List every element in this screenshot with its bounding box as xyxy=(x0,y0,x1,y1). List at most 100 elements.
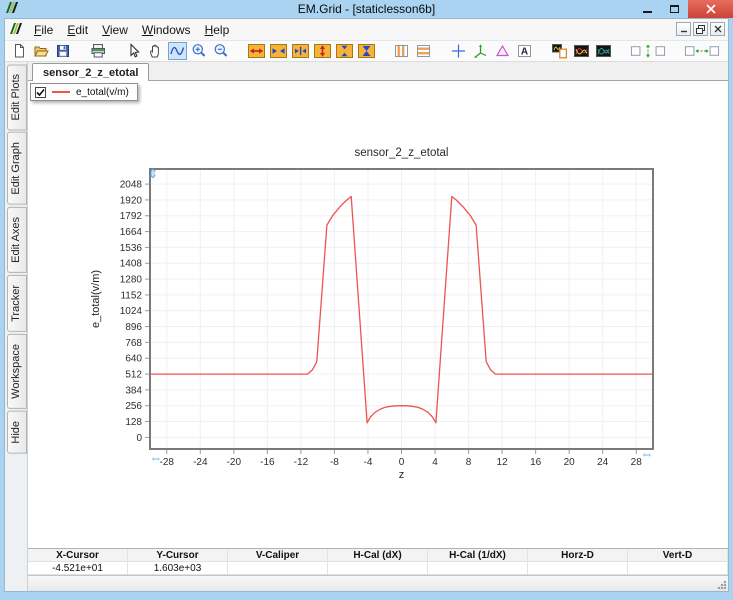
svg-text:-4: -4 xyxy=(364,457,373,468)
cursor-table-header: H-Cal (dX) xyxy=(328,549,428,561)
sidebar-tab-edit-plots[interactable]: Edit Plots xyxy=(7,64,27,130)
toolbar: A Layout xyxy=(5,41,728,62)
svg-text:512: 512 xyxy=(125,370,142,381)
zoom-in-icon[interactable] xyxy=(190,42,209,60)
sidebar-tab-edit-graph[interactable]: Edit Graph xyxy=(7,132,27,205)
cursor-table-value-row: -4.521e+011.603e+03 xyxy=(28,562,728,575)
status-bar xyxy=(28,575,728,591)
axis-handle-bottom-left: ⇔ xyxy=(150,450,163,465)
menu-edit[interactable]: Edit xyxy=(60,21,95,39)
legend-line-sample xyxy=(52,91,70,93)
minimize-icon xyxy=(643,10,652,13)
document-logo-icon xyxy=(9,22,23,38)
cursor-table-value: -4.521e+01 xyxy=(28,562,128,574)
waveform-red-icon[interactable] xyxy=(572,42,591,60)
sidebar-tab-hide[interactable]: Hide xyxy=(7,411,27,454)
menu-bar: File Edit View Windows Help xyxy=(5,19,728,41)
svg-text:1792: 1792 xyxy=(120,211,143,222)
maximize-icon xyxy=(670,5,679,13)
menu-file[interactable]: File xyxy=(27,21,60,39)
mdi-minimize-button[interactable] xyxy=(676,22,691,36)
svg-text:768: 768 xyxy=(125,338,142,349)
svg-text:1024: 1024 xyxy=(120,306,143,317)
window-title: EM.Grid - [staticlesson6b] xyxy=(0,2,733,16)
svg-text:-24: -24 xyxy=(193,457,208,468)
copy-plot-icon[interactable] xyxy=(550,42,569,60)
close-button[interactable] xyxy=(688,0,733,18)
cursor-table-header: Y-Cursor xyxy=(128,549,228,561)
fit-height-boxes-icon[interactable] xyxy=(629,42,667,60)
sidebar-tab-workspace[interactable]: Workspace xyxy=(7,334,27,409)
svg-text:128: 128 xyxy=(125,417,142,428)
svg-text:4: 4 xyxy=(432,457,438,468)
tab-sensor-2-z-etotal[interactable]: sensor_2_z_etotal xyxy=(32,63,149,81)
menu-windows[interactable]: Windows xyxy=(135,21,198,39)
side-tab-bar: Edit Plots Edit Graph Edit Axes Tracker … xyxy=(5,62,27,591)
waveform-green-icon[interactable] xyxy=(594,42,613,60)
expand-horizontal-icon[interactable] xyxy=(247,42,266,60)
text-label-icon[interactable]: A xyxy=(515,42,534,60)
sidebar-tab-tracker[interactable]: Tracker xyxy=(7,275,27,332)
cursor-table-header: H-Cal (1/dX) xyxy=(428,549,528,561)
mdi-restore-button[interactable] xyxy=(693,22,708,36)
y-axis-label: e_total(v/m) xyxy=(90,239,102,359)
chart-title: sensor_2_z_etotal xyxy=(150,147,653,159)
svg-text:-8: -8 xyxy=(330,457,339,468)
cursor-table-value xyxy=(228,562,328,574)
cursor-table-value xyxy=(528,562,628,574)
check-icon xyxy=(36,88,45,97)
new-file-icon[interactable] xyxy=(10,42,29,60)
fit-vertical-icon[interactable] xyxy=(357,42,376,60)
columns-table-icon[interactable] xyxy=(392,42,411,60)
legend: e_total(v/m) xyxy=(30,83,138,101)
svg-text:12: 12 xyxy=(497,457,509,468)
cursor-table-header: Horz-D xyxy=(528,549,628,561)
minimize-button[interactable] xyxy=(634,0,661,18)
x-axis-label: z xyxy=(150,469,653,481)
svg-text:1920: 1920 xyxy=(120,195,143,206)
plot-mode-icon[interactable] xyxy=(168,42,187,60)
print-icon[interactable] xyxy=(89,42,108,60)
svg-text:1664: 1664 xyxy=(120,227,143,238)
fit-width-boxes-icon[interactable] xyxy=(683,42,721,60)
select-cursor-icon[interactable] xyxy=(124,42,143,60)
crosshair-icon[interactable] xyxy=(449,42,468,60)
zoom-out-icon[interactable] xyxy=(212,42,231,60)
cursor-table-header: X-Cursor xyxy=(28,549,128,561)
svg-text:1408: 1408 xyxy=(120,259,143,270)
shrink-vertical-icon[interactable] xyxy=(335,42,354,60)
mdi-close-button[interactable] xyxy=(710,22,725,36)
plot-panel[interactable]: -28-24-20-16-12-8-4048121620242801282563… xyxy=(28,81,728,548)
shrink-horizontal-icon[interactable] xyxy=(269,42,288,60)
maximize-button[interactable] xyxy=(661,0,688,18)
svg-text:384: 384 xyxy=(125,385,142,396)
rows-table-icon[interactable] xyxy=(414,42,433,60)
sidebar-tab-edit-axes[interactable]: Edit Axes xyxy=(7,207,27,273)
cursor-table-value xyxy=(428,562,528,574)
expand-vertical-icon[interactable] xyxy=(313,42,332,60)
menu-view[interactable]: View xyxy=(95,21,135,39)
axes-icon[interactable] xyxy=(471,42,490,60)
document-tab-strip: sensor_2_z_etotal xyxy=(28,62,728,81)
cursor-table-header-row: X-CursorY-CursorV-CaliperH-Cal (dX)H-Cal… xyxy=(28,549,728,562)
svg-text:2048: 2048 xyxy=(120,180,143,191)
svg-text:0: 0 xyxy=(136,433,142,444)
cursor-table-header: Vert-D xyxy=(628,549,728,561)
svg-text:16: 16 xyxy=(530,457,542,468)
svg-text:1280: 1280 xyxy=(120,275,143,286)
save-icon[interactable] xyxy=(54,42,73,60)
triangle-marker-icon[interactable] xyxy=(493,42,512,60)
svg-text:896: 896 xyxy=(125,322,142,333)
pan-hand-icon[interactable] xyxy=(146,42,165,60)
menu-help[interactable]: Help xyxy=(198,21,237,39)
svg-text:0: 0 xyxy=(399,457,405,468)
center-horizontal-icon[interactable] xyxy=(291,42,310,60)
title-bar[interactable]: EM.Grid - [staticlesson6b] xyxy=(0,0,733,18)
legend-checkbox[interactable] xyxy=(35,87,46,98)
open-file-icon[interactable] xyxy=(32,42,51,60)
axis-handle-bottom-right: ⇔ xyxy=(641,446,654,461)
cursor-table-value xyxy=(328,562,428,574)
resize-grip-icon[interactable] xyxy=(717,580,726,589)
svg-text:24: 24 xyxy=(597,457,609,468)
svg-text:A: A xyxy=(521,47,528,58)
